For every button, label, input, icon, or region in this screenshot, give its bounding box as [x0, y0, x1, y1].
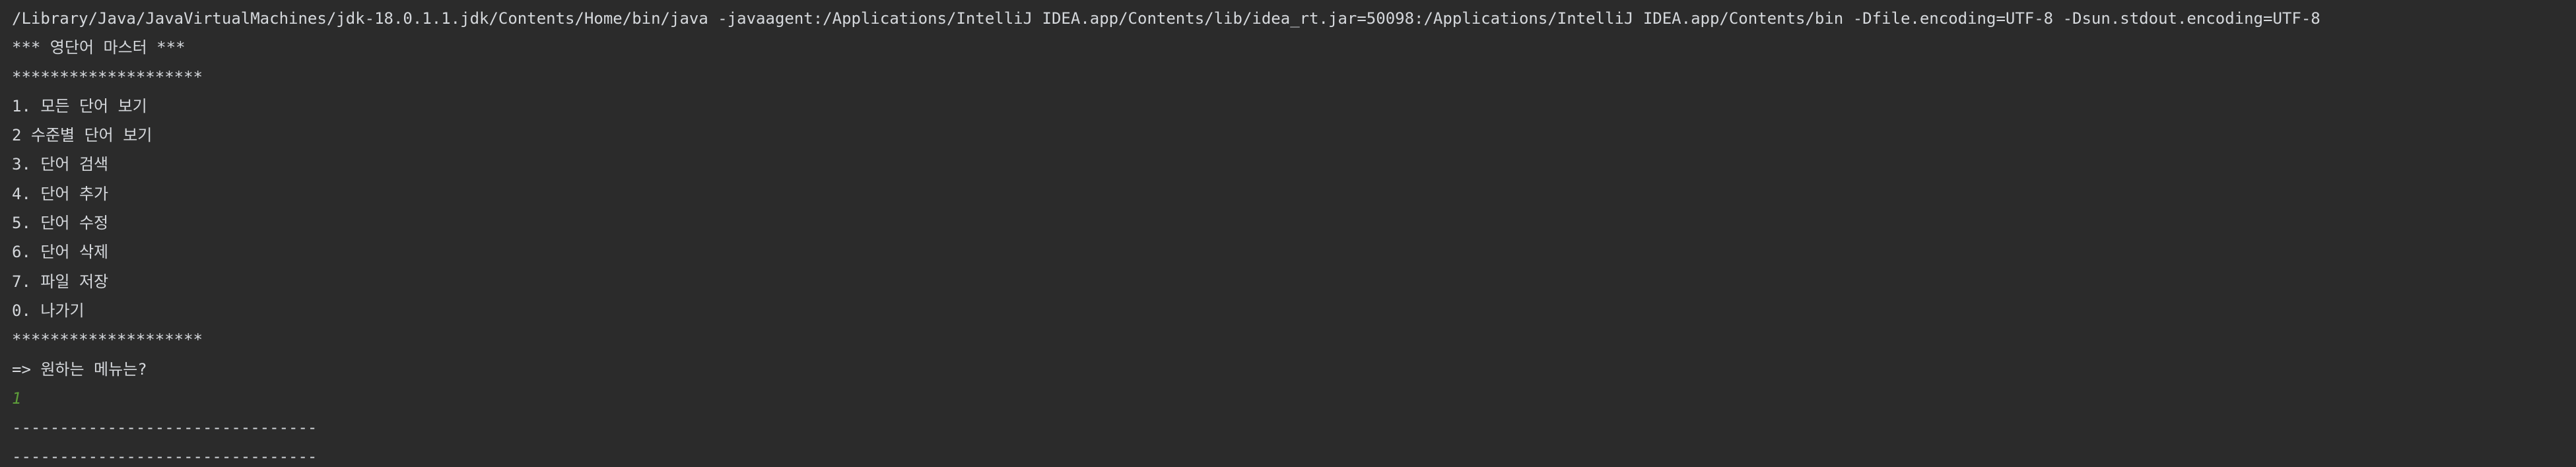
- menu-item-add-word: 4. 단어 추가: [12, 184, 109, 203]
- menu-item-all-words: 1. 모든 단어 보기: [12, 96, 147, 115]
- divider-line-2: --------------------------------: [12, 447, 318, 466]
- menu-item-words-by-level: 2 수준별 단어 보기: [12, 126, 153, 145]
- menu-prompt: => 원하는 메뉴는?: [12, 359, 147, 379]
- divider-line-1: --------------------------------: [12, 418, 318, 437]
- program-title: *** 영단어 마스터 ***: [12, 38, 186, 57]
- menu-separator-top: ********************: [12, 67, 203, 86]
- menu-item-search-word: 3. 단어 검색: [12, 155, 109, 174]
- run-console-output[interactable]: /Library/Java/JavaVirtualMachines/jdk-18…: [0, 0, 2576, 467]
- menu-item-delete-word: 6. 단어 삭제: [12, 243, 109, 262]
- menu-separator-bottom: ********************: [12, 330, 203, 350]
- menu-item-exit: 0. 나가기: [12, 301, 85, 320]
- user-input-echo[interactable]: 1: [12, 384, 2576, 413]
- menu-item-save-file: 7. 파일 저장: [12, 272, 109, 291]
- java-command-line: /Library/Java/JavaVirtualMachines/jdk-18…: [12, 9, 2321, 28]
- menu-item-edit-word: 5. 단어 수정: [12, 214, 109, 233]
